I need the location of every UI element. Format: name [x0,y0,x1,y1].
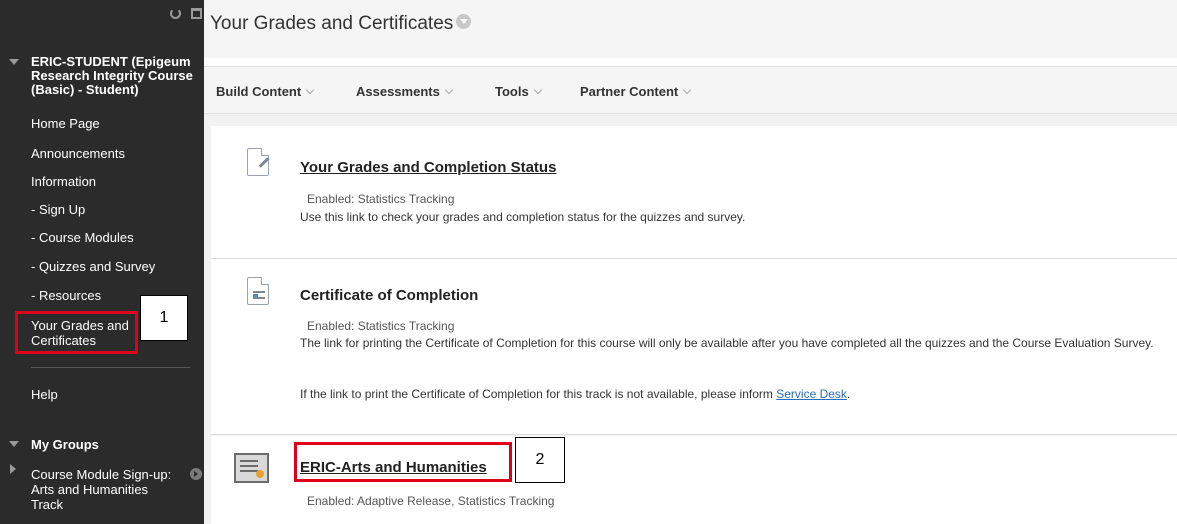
chevron-down-icon [305,85,315,95]
partner-content-menu[interactable]: Partner Content [580,84,692,99]
sidebar-item-announcements[interactable]: Announcements [31,147,125,161]
sidebar-divider [31,367,190,368]
sidebar-item-information[interactable]: Information [31,175,96,189]
group-arrow-icon[interactable] [190,468,202,480]
sidebar-item-course-modules[interactable]: - Course Modules [31,231,134,245]
sidebar-item-help[interactable]: Help [31,388,58,402]
assignment-icon [247,148,270,176]
sidebar-item-resources[interactable]: - Resources [31,289,101,303]
highlight-box-2 [294,442,512,482]
item-meta: Enabled: Statistics Tracking [307,319,455,333]
file-icon [247,277,269,305]
tools-menu[interactable]: Tools [495,84,542,99]
item-meta: Enabled: Adaptive Release, Statistics Tr… [307,494,555,508]
highlight-box-1 [15,311,138,354]
chevron-down-icon[interactable] [456,14,472,30]
certificate-icon [234,453,269,483]
action-bar: Build Content Assessments Tools Partner … [204,66,1177,114]
refresh-icon[interactable] [170,8,181,19]
assessments-menu[interactable]: Assessments [356,84,454,99]
chevron-down-icon [533,85,542,95]
content-item-certificate-of-completion: Certificate of Completion Enabled: Stati… [211,259,1177,435]
page-title[interactable]: Your Grades and Certificates [210,13,472,35]
my-groups-heading[interactable]: My Groups [0,437,99,452]
page-header: Your Grades and Certificates [204,0,1177,58]
group-item-course-module-sign-up[interactable]: Course Module Sign-up: Arts and Humaniti… [31,467,181,512]
chevron-down-icon [444,85,454,95]
callout-number-1: 1 [140,295,188,341]
callout-number-2: 2 [515,437,565,483]
collapse-triangle-icon[interactable] [9,59,19,65]
item-description: Use this link to check your grades and c… [300,210,746,224]
content-item-grades-status: Your Grades and Completion Status Enable… [211,126,1177,259]
expand-triangle-icon[interactable] [10,464,16,474]
service-desk-link[interactable]: Service Desk [776,387,847,401]
sidebar-item-quizzes-and-survey[interactable]: - Quizzes and Survey [31,260,155,274]
window-icon[interactable] [191,8,202,19]
item-title-link[interactable]: Your Grades and Completion Status [300,159,556,176]
course-title[interactable]: ERIC-STUDENT (Epigeum Research Integrity… [0,55,204,97]
sidebar-item-home-page[interactable]: Home Page [31,117,100,131]
build-content-menu[interactable]: Build Content [216,84,315,99]
chevron-down-icon [682,85,692,95]
item-meta: Enabled: Statistics Tracking [307,192,455,206]
item-description: The link for printing the Certificate of… [300,336,1154,350]
sidebar-tools [170,8,202,24]
sidebar-item-sign-up[interactable]: - Sign Up [31,203,85,217]
collapse-triangle-icon[interactable] [9,441,19,447]
item-description-2: If the link to print the Certificate of … [300,387,851,401]
course-menu-sidebar: ERIC-STUDENT (Epigeum Research Integrity… [0,0,204,524]
item-title: Certificate of Completion [300,287,479,304]
